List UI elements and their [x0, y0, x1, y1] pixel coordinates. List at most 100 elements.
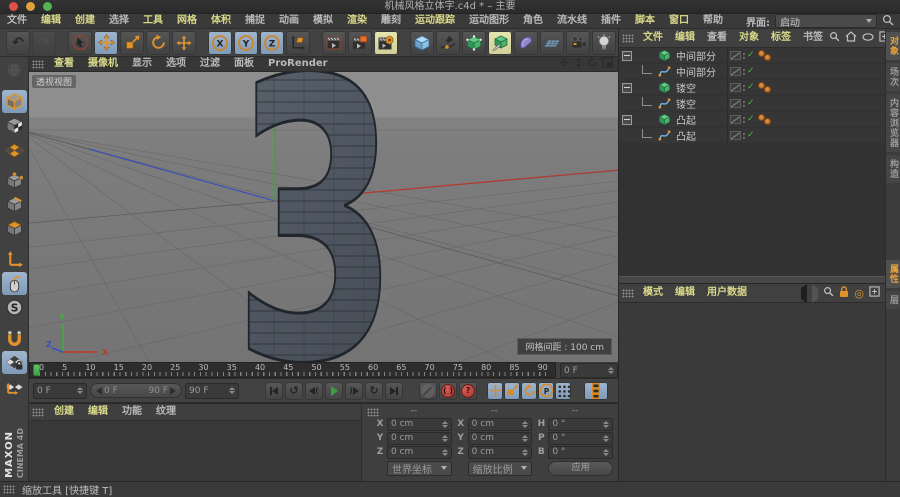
menu-item[interactable]: 运动跟踪 — [408, 14, 462, 28]
object-manager-menu-item[interactable]: 文件 — [637, 31, 669, 45]
key-pla-button[interactable] — [555, 381, 571, 400]
render-settings-button[interactable] — [374, 30, 398, 55]
zoom-button[interactable] — [43, 2, 52, 11]
coord-field[interactable]: 0 cm — [387, 445, 452, 459]
lock-y-axis-button[interactable]: Y — [234, 30, 258, 55]
drag-handle-icon[interactable] — [622, 33, 634, 43]
side-tab[interactable]: 对象 — [886, 32, 900, 60]
key-parameter-button[interactable]: P — [538, 381, 554, 400]
prev-frame-button[interactable]: ( — [305, 381, 323, 400]
menu-item[interactable]: 雕刻 — [374, 14, 408, 28]
coord-field[interactable]: 0 cm — [467, 445, 533, 459]
object-name[interactable]: 镂空 — [676, 80, 696, 95]
object-row[interactable]: 镂空 ✓ — [619, 80, 885, 96]
deformer-button[interactable] — [514, 30, 538, 55]
enabled-check-icon[interactable]: ✓ — [747, 67, 755, 76]
visibility-toggles[interactable]: ✓ — [727, 128, 756, 143]
collapse-icon[interactable] — [622, 114, 632, 125]
drag-handle-icon[interactable] — [622, 288, 634, 298]
apply-button[interactable]: 应用 — [548, 460, 614, 476]
object-manager-menu-item[interactable]: 对象 — [733, 31, 765, 45]
coord-field[interactable]: 0 cm — [387, 431, 452, 445]
pan-view-icon[interactable] — [559, 57, 570, 71]
keyframe-selection-button[interactable] — [584, 381, 608, 400]
object-row[interactable]: 凸起 ✓ — [619, 112, 885, 128]
enabled-check-icon[interactable]: ✓ — [747, 131, 755, 140]
menu-item[interactable]: 窗口 — [662, 14, 696, 28]
dolly-view-icon[interactable] — [574, 57, 583, 71]
points-mode-button[interactable] — [2, 169, 27, 192]
model-mode-button[interactable] — [1, 90, 27, 113]
panel-splitter[interactable] — [619, 276, 885, 284]
render-view-button[interactable] — [322, 30, 346, 55]
side-tab[interactable]: 内容浏览器 — [886, 94, 900, 152]
attribute-menu-item[interactable]: 用户数据 — [701, 286, 753, 300]
object-manager-menu-item[interactable]: 编辑 — [669, 31, 701, 45]
stepper-icon[interactable] — [600, 420, 610, 428]
coord-field[interactable]: 0 cm — [387, 417, 452, 431]
menu-item[interactable]: 渲染 — [340, 14, 374, 28]
menu-item[interactable]: 流水线 — [550, 14, 594, 28]
eye-icon[interactable] — [862, 32, 874, 44]
tag-list[interactable] — [758, 50, 771, 61]
history-forward-icon[interactable] — [812, 283, 819, 303]
viewport-canvas[interactable]: 3 3 Y X Z — [29, 72, 618, 362]
material-menu-item[interactable]: 纹理 — [149, 405, 183, 419]
texture-mode-button[interactable] — [2, 114, 27, 137]
minimize-button[interactable] — [26, 2, 35, 11]
enabled-check-icon[interactable]: ✓ — [747, 83, 755, 92]
frame-range-slider[interactable]: 0 F 90 F — [90, 383, 182, 398]
coord-field[interactable]: 0 ° — [548, 417, 614, 431]
visibility-toggles[interactable]: ✓ — [727, 112, 756, 127]
recent-tool-button[interactable] — [172, 30, 196, 55]
search-icon[interactable] — [882, 14, 894, 29]
end-frame-field[interactable]: 90 F — [185, 382, 239, 399]
drag-handle-icon[interactable] — [32, 59, 44, 69]
lock-x-axis-button[interactable]: X — [208, 30, 232, 55]
lock-icon[interactable] — [839, 285, 849, 301]
object-manager-menu-item[interactable]: 查看 — [701, 31, 733, 45]
visibility-dots-icon[interactable] — [743, 52, 745, 59]
tag-icon[interactable] — [764, 54, 771, 61]
object-name[interactable]: 凸起 — [676, 128, 696, 143]
key-rotation-button[interactable] — [521, 381, 537, 400]
stepper-icon[interactable] — [605, 367, 614, 374]
menu-item[interactable]: 文件 — [0, 14, 34, 28]
material-list-area[interactable] — [29, 421, 361, 482]
layer-icon[interactable] — [730, 51, 741, 60]
goto-end-button[interactable] — [385, 381, 403, 400]
stepper-icon[interactable] — [600, 448, 610, 456]
visibility-dots-icon[interactable] — [743, 116, 745, 123]
attribute-area[interactable] — [619, 303, 885, 481]
menu-item[interactable]: 创建 — [68, 14, 102, 28]
coord-field[interactable]: 0 ° — [548, 431, 614, 445]
stepper-icon[interactable] — [226, 387, 235, 394]
object-name[interactable]: 凸起 — [676, 112, 696, 127]
redo-button[interactable]: ↷ — [32, 30, 56, 55]
layer-icon[interactable] — [730, 67, 741, 76]
object-manager-menu-item[interactable]: 书签 — [797, 31, 829, 45]
light-button[interactable] — [592, 30, 616, 55]
viewport-menu-item[interactable]: 选项 — [159, 57, 193, 71]
viewport-menu-item[interactable]: 查看 — [47, 57, 81, 71]
layer-icon[interactable] — [730, 131, 741, 140]
viewport-menu-item[interactable]: 过滤 — [193, 57, 227, 71]
object-name[interactable]: 中间部分 — [676, 48, 716, 63]
menu-item[interactable]: 角色 — [516, 14, 550, 28]
menu-item[interactable]: 模拟 — [306, 14, 340, 28]
visibility-toggles[interactable]: ✓ — [727, 48, 756, 63]
coord-system-dropdown[interactable]: 世界坐标 — [387, 460, 452, 476]
menu-item[interactable]: 体积 — [204, 14, 238, 28]
menu-item[interactable]: 选择 — [102, 14, 136, 28]
magnet-snap-button[interactable] — [2, 327, 27, 350]
current-frame-field[interactable]: 0 F — [560, 363, 618, 378]
start-frame-field[interactable]: 0 F — [33, 382, 87, 399]
stepper-icon[interactable] — [439, 448, 448, 456]
coordinate-system-button[interactable] — [286, 30, 310, 55]
undo-button[interactable]: ↶ — [6, 30, 30, 55]
play-button[interactable] — [325, 381, 343, 400]
side-tab[interactable]: 场次 — [886, 63, 900, 91]
next-key-button[interactable]: ↻ — [365, 381, 383, 400]
object-name[interactable]: 中间部分 — [676, 64, 716, 79]
menu-item[interactable]: 编辑 — [34, 14, 68, 28]
